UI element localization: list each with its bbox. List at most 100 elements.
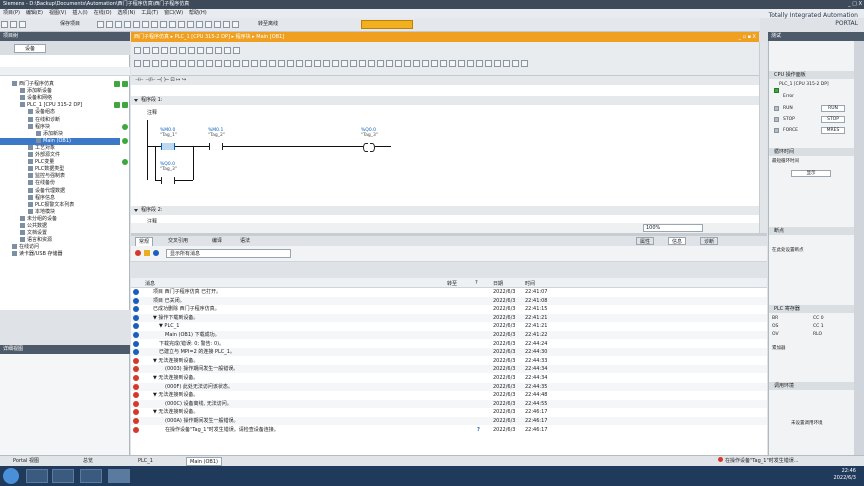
tab-devices[interactable]: 设备 [14,44,46,53]
copy-icon[interactable] [115,21,122,28]
menu-item[interactable]: 帮助(H) [189,10,207,16]
taskbar-media-icon[interactable] [52,469,74,483]
taskbar-browser-icon[interactable] [80,469,102,483]
run-button[interactable]: RUN [821,105,845,112]
editor-tool-icon[interactable] [170,47,177,54]
editor-tool-icon[interactable] [521,60,528,67]
editor-tool-icon[interactable] [404,60,411,67]
start-cpu-icon[interactable] [223,21,230,28]
portal-view-button[interactable]: Portal 视图 [10,457,42,466]
editor-tool-icon[interactable] [215,60,222,67]
tree-item[interactable]: Main (OB1) [0,137,120,145]
warning-filter-icon[interactable] [144,250,150,256]
editor-tool-icon[interactable] [206,47,213,54]
editor-tool-icon[interactable] [143,60,150,67]
tree-item[interactable]: PLC_1 [CPU 315-2 DP] [0,102,120,109]
editor-tool-icon[interactable] [251,60,258,67]
cycle-show-button[interactable]: 显示 [791,170,831,177]
inspector-right-tab[interactable]: 诊断 [700,237,719,245]
tree-item[interactable]: 设备组态 [0,109,120,116]
overview-tab[interactable]: 总览 [80,457,96,466]
message-row[interactable]: ▼ 无法连接到设备。 2022/6/3 22:44:33 [131,357,767,365]
cut-icon[interactable] [106,21,113,28]
editor-tool-icon[interactable] [161,60,168,67]
mres-button[interactable]: MRES [821,127,845,134]
main-ob1-tab[interactable]: Main (OB1) [186,457,222,466]
editor-tool-icon[interactable] [305,60,312,67]
tree-item[interactable]: 设备代理数据 [0,187,120,195]
editor-tool-icon[interactable] [449,60,456,67]
task-card-strip[interactable] [854,41,864,455]
tree-item[interactable]: 文档设置 [0,230,120,237]
tree-item[interactable]: 语言和资源 [0,237,120,244]
message-row[interactable]: 下载完成(错误: 0; 警告: 0)。 2022/6/3 22:44:24 [131,340,767,348]
tree-item[interactable]: 监控与强制表 [0,173,120,180]
editor-tool-icon[interactable] [458,60,465,67]
editor-tool-icon[interactable] [431,60,438,67]
col-goto[interactable]: 转至 [447,280,457,287]
editor-tool-icon[interactable] [359,60,366,67]
editor-tool-icon[interactable] [242,60,249,67]
contact-m0-1[interactable] [209,143,223,150]
editor-tool-icon[interactable] [188,60,195,67]
editor-tool-icon[interactable] [206,60,213,67]
message-row[interactable]: (000A) 操作期间发生一般错误。 2022/6/3 22:46:17 [131,417,767,425]
call-env-header[interactable]: 调用环境 [769,382,855,390]
tree-item[interactable]: 在线和诊断 [0,116,120,124]
editor-tool-icon[interactable] [386,60,393,67]
editor-tool-icon[interactable] [152,60,159,67]
tree-item[interactable]: 公共数据 [0,223,120,230]
editor-tool-icon[interactable] [197,47,204,54]
download-icon[interactable] [169,21,176,28]
tree-item[interactable]: 程序块 [0,123,120,131]
editor-tool-icon[interactable] [278,60,285,67]
tree-item[interactable]: 工艺对象 [0,144,120,152]
message-row[interactable]: Main (OB1) 下载成功。 2022/6/3 22:41:22 [131,331,767,339]
message-row[interactable]: (000F) 此处无法访问该状态。 2022/6/3 22:44:35 [131,382,767,391]
undo-icon[interactable] [142,21,149,28]
col-message[interactable]: 消息 [145,280,155,287]
message-row[interactable]: ▼ PLC_1 2022/6/3 22:41:21 [131,322,767,330]
open-project-icon[interactable] [10,21,17,28]
message-row[interactable]: (000C) 设备离线, 无法访问。 2022/6/3 22:44:55 [131,399,767,408]
message-row[interactable]: ▼ 无法连接到设备。 2022/6/3 22:44:48 [131,391,767,399]
editor-tool-icon[interactable] [269,60,276,67]
compile-icon[interactable] [160,21,167,28]
delete-icon[interactable] [133,21,140,28]
editor-tool-icon[interactable] [197,60,204,67]
status-error-message[interactable]: 在操作设备"Tag_1"时发生错误... [718,457,799,466]
tree-item[interactable]: PLC报警文本列表 [0,201,120,209]
editor-tool-icon[interactable] [332,60,339,67]
editor-tool-icon[interactable] [143,47,150,54]
message-filter-select[interactable]: 显示所有消息 [166,249,291,258]
breakpoints-header[interactable]: 断点 [769,227,855,235]
editor-tool-icon[interactable] [296,60,303,67]
detail-view-header[interactable]: 详细视图 [0,345,130,354]
taskbar-tia-icon[interactable] [108,469,130,483]
window-controls[interactable]: _ □ X [848,0,862,9]
message-row[interactable]: 在操作设备"Tag_1"时发生错误。请检查设备连接。? 2022/6/3 22:46… [131,426,767,434]
tree-item[interactable]: 读卡器/USB 存储器 [0,251,120,258]
tree-item[interactable]: 在线备份 [0,180,120,187]
plc1-tab[interactable]: PLC_1 [135,457,156,466]
redo-icon[interactable] [151,21,158,28]
message-row[interactable]: 项目 西门子程序仿真 已打开。 2022/6/3 22:41:07 [131,288,767,296]
inspector-tab[interactable]: 语法 [237,237,253,246]
editor-tool-icon[interactable] [287,60,294,67]
editor-tool-icon[interactable] [440,60,447,67]
col-time[interactable]: 时间 [525,280,535,287]
collapse-icon[interactable] [134,209,138,212]
message-row[interactable]: ▼ 无法连接到设备。 2022/6/3 22:44:34 [131,374,767,382]
stop-cpu-icon[interactable] [232,21,239,28]
menu-item[interactable]: 项目(P) [3,10,20,16]
paste-icon[interactable] [124,21,131,28]
network-2-header[interactable]: 程序段 2: [131,206,759,215]
message-row[interactable]: 已建立与 MPI=2 的连接 PLC_1。 2022/6/3 22:44:30 [131,348,767,357]
new-project-icon[interactable] [1,21,8,28]
save-project-icon[interactable] [19,21,26,28]
tree-item[interactable]: 设备和网络 [0,95,120,102]
editor-tool-icon[interactable] [134,60,141,67]
inspector-tab[interactable]: 交叉引用 [165,237,191,246]
tree-item[interactable]: 西门子程序仿真 [0,81,120,88]
editor-tool-icon[interactable] [224,60,231,67]
